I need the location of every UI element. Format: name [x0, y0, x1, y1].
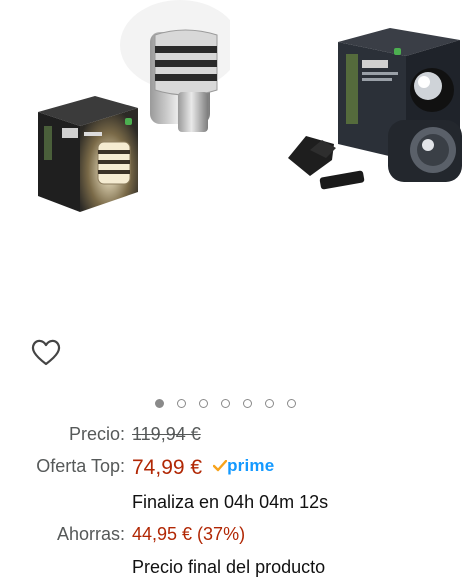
prime-badge[interactable]: prime — [213, 456, 274, 476]
carousel-dot[interactable] — [155, 399, 164, 408]
countdown-row: Finaliza en 04h 04m 12s — [0, 492, 475, 520]
deal-price-group: 74,99 € prime — [132, 456, 274, 480]
list-price-row: Precio: 119,94 € — [0, 424, 475, 452]
list-price-value: 119,94 € — [132, 424, 201, 444]
carousel-dot[interactable] — [265, 399, 274, 408]
carousel-dot[interactable] — [243, 399, 252, 408]
carousel-dot[interactable] — [177, 399, 186, 408]
product-image-wall-lantern — [38, 0, 230, 212]
savings-value: 44,95 € (37%) — [132, 524, 246, 544]
image-carousel-indicator — [155, 399, 296, 413]
deal-countdown: Finaliza en 04h 04m 12s — [132, 492, 329, 512]
list-price-label: Precio: — [68, 424, 125, 444]
product-image-motion-sensor — [288, 28, 462, 190]
product-image-gallery[interactable] — [0, 0, 475, 325]
carousel-dot[interactable] — [199, 399, 208, 408]
final-price-row: Precio final del producto — [0, 557, 475, 585]
deal-price-row: Oferta Top: 74,99 € prime — [0, 456, 475, 484]
final-price-note: Precio final del producto — [132, 557, 326, 577]
carousel-dot[interactable] — [221, 399, 230, 408]
savings-label: Ahorras: — [56, 524, 125, 544]
prime-label: prime — [227, 456, 275, 475]
deal-label: Oferta Top: — [36, 456, 125, 476]
heart-outline-icon — [31, 339, 61, 366]
savings-row: Ahorras: 44,95 € (37%) — [0, 524, 475, 552]
wishlist-heart-button[interactable] — [28, 334, 64, 370]
carousel-dot[interactable] — [287, 399, 296, 408]
deal-price: 74,99 € — [132, 456, 203, 479]
prime-check-icon — [213, 460, 228, 472]
